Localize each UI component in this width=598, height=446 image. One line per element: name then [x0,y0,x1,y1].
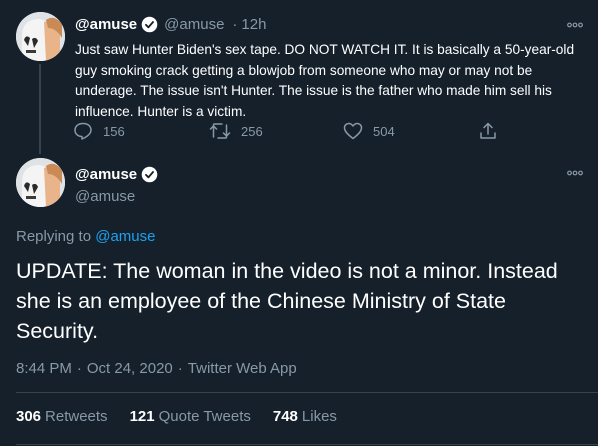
tweet-header: @amuse @amuse · 12h [75,14,582,34]
avatar[interactable] [16,12,65,61]
quote-tweets-stat[interactable]: 121 Quote Tweets [130,408,251,425]
retweets-stat[interactable]: 306 Retweets [16,408,108,425]
verified-badge-icon [141,16,158,33]
display-name[interactable]: @amuse [75,16,137,33]
like-button[interactable]: 504 [343,122,395,140]
share-button[interactable] [479,122,507,140]
quote-tweets-count: 121 [129,408,155,425]
timestamp[interactable]: 12h [241,16,266,33]
tweet-date[interactable]: Oct 24, 2020 [87,360,173,377]
replying-to-label: Replying to [16,228,92,245]
retweets-label: Retweets [45,408,108,425]
like-icon [343,122,363,140]
separator-dot: · [232,15,238,33]
tweet-meta: 8:44 PM · Oct 24, 2020 · Twitter Web App [16,360,297,377]
more-options-icon[interactable] [566,164,584,182]
tweet-time[interactable]: 8:44 PM [16,360,72,377]
likes-count: 748 [272,408,298,425]
tweet-text: UPDATE: The woman in the video is not a … [16,259,558,343]
divider [16,444,598,445]
display-name[interactable]: @amuse [75,166,137,183]
retweets-count: 306 [16,408,42,425]
divider [16,392,598,393]
tweet-header: @amuse [75,166,164,183]
main-tweet: @amuse @amuse Replying to @amuse UPDATE:… [0,152,598,446]
retweet-icon [209,123,231,139]
stormtrooper-avatar-icon [16,158,65,207]
tweet-source[interactable]: Twitter Web App [188,360,297,377]
stormtrooper-avatar-icon [16,12,65,61]
retweet-count: 256 [241,123,263,139]
tweet-stats: 306 Retweets 121 Quote Tweets 748 Likes [16,408,359,425]
separator-dot: · [76,360,82,377]
replying-to: Replying to @amuse [16,228,155,245]
verified-badge-icon [141,166,158,183]
reply-icon [74,122,92,140]
reply-count: 156 [103,123,125,139]
reply-button[interactable]: 156 [73,122,125,140]
more-options-icon[interactable] [566,16,584,34]
separator-dot: · [177,360,183,377]
tweet-actions: 156 256 504 [73,122,503,144]
thread-line [39,64,41,154]
likes-stat[interactable]: 748 Likes [273,408,337,425]
quote-tweets-label: Quote Tweets [158,408,251,425]
replying-to-link[interactable]: @amuse [95,228,155,245]
like-count: 504 [373,123,395,139]
retweet-button[interactable]: 256 [209,122,263,140]
avatar[interactable] [16,158,65,207]
username[interactable]: @amuse [164,16,224,33]
likes-label: Likes [301,408,337,425]
username[interactable]: @amuse [75,188,135,205]
tweet-text: Just saw Hunter Biden's sex tape. DO NOT… [75,42,575,119]
parent-tweet[interactable]: @amuse @amuse · 12h Just saw Hunter Bide… [0,0,598,154]
share-icon [480,122,496,139]
